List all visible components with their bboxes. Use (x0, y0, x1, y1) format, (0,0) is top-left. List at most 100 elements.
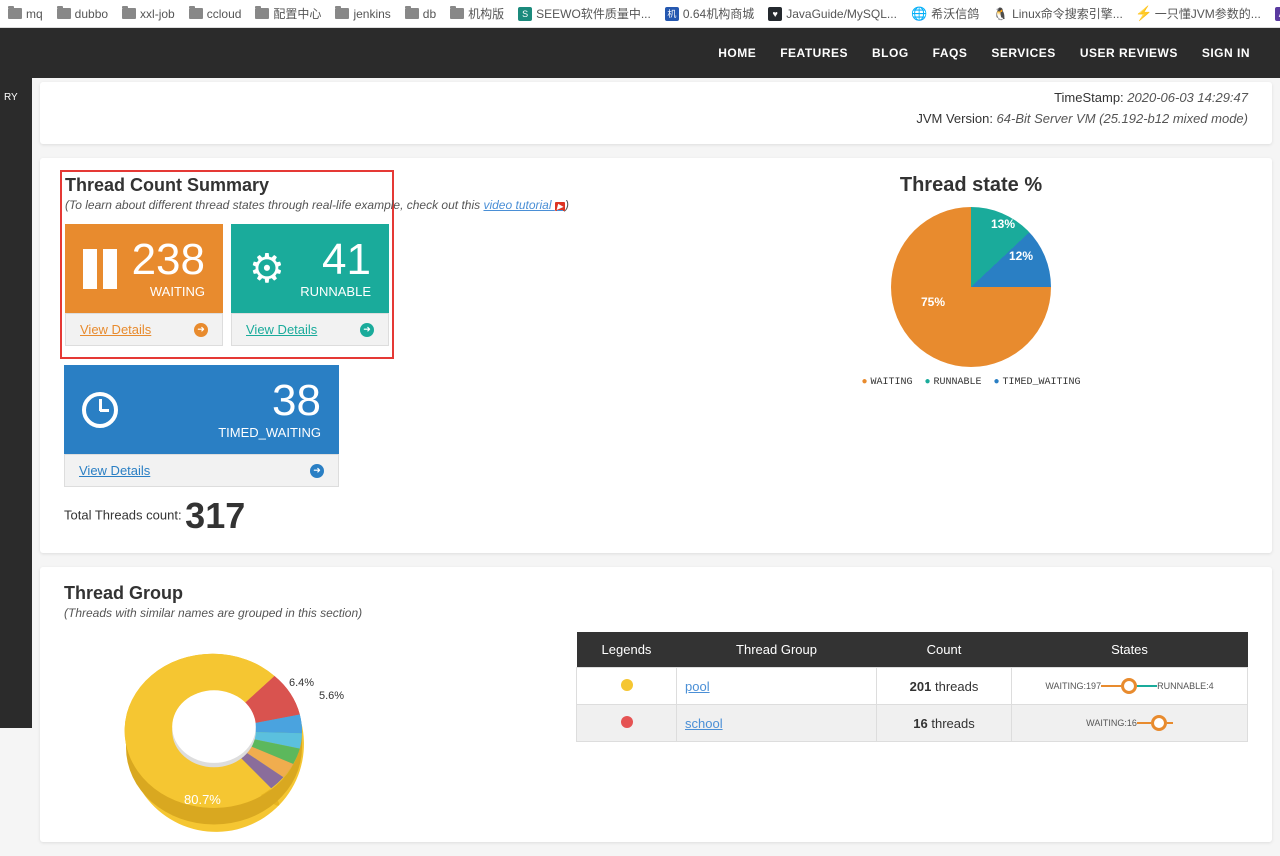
bookmark-arthas[interactable]: Amonitor — Arthas... (1275, 7, 1280, 21)
pie-chart-area: Thread state % 13% 12% 75% WAITING RUNNA… (694, 174, 1248, 537)
col-states: States (1012, 632, 1248, 668)
table-row: pool 201 threads WAITING:197RUNNABLE:4 (577, 668, 1248, 705)
bookmark-org[interactable]: 机构版 (450, 5, 504, 22)
donut-chart-area: 80.7% 6.4% 5.6% (64, 642, 404, 842)
legend-dot (621, 716, 633, 728)
legend-timed-waiting: TIMED_WAITING (994, 377, 1081, 388)
summary-subtitle: (To learn about different thread states … (65, 198, 389, 212)
site-icon: A (1275, 7, 1280, 21)
total-threads-row: Total Threads count: 317 (64, 495, 664, 537)
left-sidebar: RY (0, 78, 32, 728)
runnable-card: 41 RUNNABLE View Details ➜ (231, 224, 389, 346)
timestamp-row: TimeStamp: 2020-06-03 14:29:47 (64, 90, 1248, 105)
donut-chart (104, 642, 324, 842)
pie-label-timed: 12% (1009, 249, 1033, 263)
group-title: Thread Group (64, 583, 1248, 604)
folder-icon (255, 8, 269, 19)
table-header-row: Legends Thread Group Count States (577, 632, 1248, 668)
github-icon: ♥ (768, 7, 782, 21)
waiting-label: WAITING (132, 284, 205, 299)
arrow-right-icon[interactable]: ➜ (310, 464, 324, 478)
timed-waiting-view-details-link[interactable]: View Details (79, 463, 150, 478)
sidebar-label: RY (0, 78, 32, 117)
summary-title: Thread Count Summary (65, 175, 389, 196)
col-count: Count (877, 632, 1012, 668)
legend-waiting: WAITING (861, 377, 912, 388)
top-nav: HOME FEATURES BLOG FAQS SERVICES USER RE… (0, 28, 1280, 78)
bookmark-db[interactable]: db (405, 7, 436, 21)
pie-label-waiting: 75% (921, 295, 945, 309)
bookmark-dubbo[interactable]: dubbo (57, 7, 108, 21)
linux-icon: 🐧 (993, 7, 1008, 21)
pie-chart: 13% 12% 75% (891, 207, 1051, 367)
thread-group-table: Legends Thread Group Count States pool 2… (576, 632, 1248, 742)
youtube-icon: ▶ (555, 202, 565, 211)
bookmark-jvm[interactable]: ⚡一只懂JVM参数的... (1137, 5, 1261, 22)
runnable-label: RUNNABLE (300, 284, 371, 299)
total-threads-value: 317 (185, 495, 245, 536)
folder-icon (122, 8, 136, 19)
bookmark-mall[interactable]: 机0.64机构商城 (665, 5, 754, 22)
perf-icon: ⚡ (1137, 7, 1151, 21)
pie-chart-title: Thread state % (694, 174, 1248, 197)
group-pool-link[interactable]: pool (685, 679, 710, 694)
waiting-card: 238 WAITING View Details ➜ (65, 224, 223, 346)
nav-user-reviews[interactable]: USER REVIEWS (1080, 46, 1178, 60)
legend-dot (621, 679, 633, 691)
bookmark-xxl-job[interactable]: xxl-job (122, 7, 175, 21)
timed-waiting-count: 38 (218, 379, 321, 423)
bookmark-xinge[interactable]: 🌐希沃信鸽 (911, 5, 979, 22)
gear-icon (249, 246, 285, 292)
folder-icon (189, 8, 203, 19)
thread-group-panel: Thread Group (Threads with similar names… (40, 567, 1272, 842)
col-thread-group: Thread Group (677, 632, 877, 668)
nav-services[interactable]: SERVICES (991, 46, 1055, 60)
arrow-right-icon[interactable]: ➜ (194, 323, 208, 337)
folder-icon (8, 8, 22, 19)
waiting-view-details-link[interactable]: View Details (80, 322, 151, 337)
arrow-right-icon[interactable]: ➜ (360, 323, 374, 337)
nav-features[interactable]: FEATURES (780, 46, 848, 60)
donut-label-2: 6.4% (289, 677, 314, 689)
bookmark-mq[interactable]: mq (8, 7, 43, 21)
table-row: school 16 threads WAITING:16 (577, 705, 1248, 742)
bookmarks-bar: mq dubbo xxl-job ccloud 配置中心 jenkins db … (0, 0, 1280, 28)
runnable-count: 41 (300, 238, 371, 282)
state-strip: WAITING:197RUNNABLE:4 (1020, 678, 1239, 694)
group-subtitle: (Threads with similar names are grouped … (64, 606, 1248, 620)
bookmark-config-center[interactable]: 配置中心 (255, 5, 321, 22)
pause-icon (83, 249, 117, 289)
thread-summary-panel: Thread Count Summary (To learn about dif… (40, 158, 1272, 553)
bookmark-javaguide[interactable]: ♥JavaGuide/MySQL... (768, 7, 897, 21)
pie-legend: WAITING RUNNABLE TIMED_WAITING (694, 377, 1248, 388)
donut-label-main: 80.7% (184, 792, 221, 807)
timed-waiting-label: TIMED_WAITING (218, 425, 321, 440)
folder-icon (57, 8, 71, 19)
state-strip: WAITING:16 (1020, 715, 1239, 731)
nav-blog[interactable]: BLOG (872, 46, 909, 60)
group-school-link[interactable]: school (685, 716, 723, 731)
video-tutorial-link[interactable]: video tutorial ▶ (483, 198, 565, 212)
nav-home[interactable]: HOME (718, 46, 756, 60)
waiting-count: 238 (132, 238, 205, 282)
nav-sign-in[interactable]: SIGN IN (1202, 46, 1250, 60)
main-content: TimeStamp: 2020-06-03 14:29:47 JVM Versi… (32, 78, 1280, 842)
bookmark-jenkins[interactable]: jenkins (335, 7, 390, 21)
site-icon: S (518, 7, 532, 21)
timed-waiting-card: 38 TIMED_WAITING View Details ➜ (64, 365, 339, 487)
col-legends: Legends (577, 632, 677, 668)
bookmark-linux[interactable]: 🐧Linux命令搜索引擎... (993, 5, 1123, 22)
bookmark-seewo[interactable]: SSEEWO软件质量中... (518, 5, 651, 22)
folder-icon (335, 8, 349, 19)
bookmark-ccloud[interactable]: ccloud (189, 7, 242, 21)
folder-icon (405, 8, 419, 19)
meta-panel: TimeStamp: 2020-06-03 14:29:47 JVM Versi… (40, 82, 1272, 144)
nav-faqs[interactable]: FAQS (933, 46, 968, 60)
donut-label-3: 5.6% (319, 690, 344, 702)
jvm-row: JVM Version: 64-Bit Server VM (25.192-b1… (64, 111, 1248, 126)
legend-runnable: RUNNABLE (924, 377, 981, 388)
pie-label-runnable: 13% (991, 217, 1015, 231)
globe-icon: 🌐 (911, 6, 927, 22)
highlight-annotation: Thread Count Summary (To learn about dif… (60, 170, 394, 359)
runnable-view-details-link[interactable]: View Details (246, 322, 317, 337)
